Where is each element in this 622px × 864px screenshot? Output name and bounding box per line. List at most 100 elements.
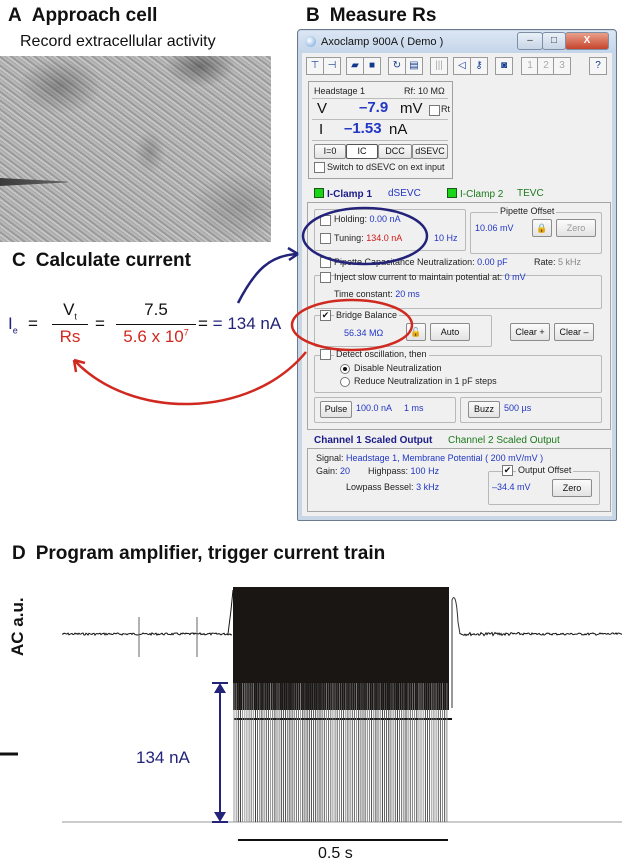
- bridge-balance-checkbox[interactable]: ✔: [320, 310, 331, 321]
- switch-dsevc-checkbox[interactable]: [314, 162, 325, 173]
- auto-button[interactable]: Auto: [430, 323, 470, 341]
- minimize-button[interactable]: –: [517, 32, 543, 50]
- refresh-icon[interactable]: ↻: [388, 57, 406, 75]
- tab-iclamp-2[interactable]: I-Clamp 2: [447, 188, 503, 200]
- tuning-frequency: 10 Hz: [434, 233, 458, 243]
- help-icon[interactable]: ?: [589, 57, 607, 75]
- cap-neut-value: 0.00 pF: [477, 257, 508, 267]
- radio-reduce-neutralization[interactable]: [340, 377, 350, 387]
- headstage-label: Headstage 1: [314, 86, 366, 96]
- time-constant-value: 20 ms: [395, 289, 420, 299]
- inject-label: Inject slow current to maintain potentia…: [334, 272, 526, 282]
- panel-b-title: B Measure Rs: [306, 5, 436, 27]
- current-label: I: [319, 121, 324, 138]
- panel-letter: B: [306, 5, 320, 26]
- mode-dsevc-button[interactable]: dSEVC: [412, 144, 448, 159]
- pipette-zero-button[interactable]: Zero: [556, 219, 596, 237]
- tab-dsevc[interactable]: dSEVC: [388, 188, 421, 199]
- led-icon: [314, 188, 324, 198]
- eq-result: = = 134 nA: [198, 314, 282, 333]
- output-offset-value: –34.4 mV: [492, 482, 531, 492]
- lowpass-label: Lowpass Bessel: 3 kHz: [346, 482, 440, 492]
- output-offset-checkbox[interactable]: ✔: [502, 465, 513, 476]
- tab-tevc[interactable]: TEVC: [517, 188, 544, 199]
- holding-checkbox[interactable]: [320, 215, 331, 226]
- output-offset-zero-button[interactable]: Zero: [552, 479, 592, 497]
- highpass-value: 100 Hz: [410, 466, 440, 476]
- add-headstage-icon[interactable]: ⊤: [306, 57, 324, 75]
- signal-value: Headstage 1, Membrane Potential ( 200 mV…: [346, 453, 544, 463]
- buzz-duration: 500 µs: [504, 403, 532, 413]
- eq-num1: Vt: [63, 300, 77, 322]
- traces-chart: [0, 587, 622, 841]
- tuning-checkbox[interactable]: [320, 233, 331, 244]
- panel-letter: C: [12, 250, 26, 271]
- pin-icon[interactable]: ⊣: [323, 57, 341, 75]
- voltage-unit: mV: [400, 100, 423, 117]
- amplitude-label: 134 nA: [136, 748, 190, 767]
- title-bar[interactable]: Axoclamp 900A ( Demo ) – □ X: [299, 31, 615, 53]
- mode-i0-button[interactable]: I=0: [314, 144, 346, 159]
- tab-channel-1-output[interactable]: Channel 1 Scaled Output: [314, 435, 432, 446]
- radio-disable-neutralization[interactable]: [340, 364, 350, 374]
- window-title: Axoclamp 900A ( Demo ): [321, 36, 444, 48]
- tab-iclamp-1[interactable]: I-Clamp 1: [314, 188, 372, 200]
- eq-num2: 7.5: [144, 300, 168, 319]
- scale-bar-label: 0.5 s: [318, 845, 353, 862]
- pulse-amplitude: 100.0 nA: [356, 403, 393, 413]
- buzz-button[interactable]: Buzz: [468, 401, 500, 418]
- maximize-button[interactable]: □: [542, 32, 566, 50]
- eq-den2: 5.6 x 107: [123, 327, 189, 346]
- panel-a-subtitle: Record extracellular activity: [20, 33, 216, 50]
- scope-icon[interactable]: ◙: [495, 57, 513, 75]
- clear-plus-button[interactable]: Clear +: [510, 323, 550, 341]
- tuning-label: Tuning: 134.0 nA: [334, 233, 403, 243]
- panel-b-heading: Measure Rs: [329, 5, 437, 26]
- cap-neut-label: Pipette Capacitance Neutralization: 0.00…: [334, 257, 508, 267]
- switch-dsevc-label: Switch to dSEVC on ext input: [327, 162, 445, 172]
- pulse-button[interactable]: Pulse: [320, 401, 352, 418]
- gain-value: 20: [340, 466, 351, 476]
- tab-channel-2-output[interactable]: Channel 2 Scaled Output: [448, 435, 560, 446]
- mode-dcc-button[interactable]: DCC: [378, 144, 412, 159]
- led-icon: [447, 188, 457, 198]
- oscillation-group: [314, 355, 602, 393]
- time-constant-label: Time constant: 20 ms: [334, 289, 420, 299]
- mode-ic-button[interactable]: IC: [346, 144, 378, 159]
- detect-oscillation-checkbox[interactable]: [320, 349, 331, 360]
- cap-neut-checkbox[interactable]: [320, 257, 331, 268]
- tuning-value: 134.0 nA: [366, 233, 403, 243]
- panel-d-title: D Program amplifier, trigger current trai…: [12, 543, 385, 565]
- rf-label: Rf: 10 MΩ: [404, 86, 445, 96]
- voltage-label: V: [317, 100, 328, 117]
- close-button[interactable]: X: [565, 32, 609, 50]
- eq-lhs: Ie: [8, 314, 18, 336]
- rt-checkbox[interactable]: [429, 105, 440, 116]
- meter-cursor-icon[interactable]: ▤: [405, 57, 423, 75]
- open-folder-icon[interactable]: ▰: [346, 57, 364, 75]
- blue-arrow: [236, 252, 299, 304]
- panel-c-title: C Calculate current: [12, 250, 191, 272]
- lock-icon[interactable]: 🔒: [532, 219, 552, 237]
- panel-letter: D: [12, 543, 26, 564]
- red-arrow: [73, 351, 307, 406]
- clear-minus-button[interactable]: Clear –: [554, 323, 594, 341]
- barcode-icon[interactable]: |||: [430, 57, 448, 75]
- holding-value: 0.00 nA: [369, 214, 401, 224]
- microscope-image: [0, 56, 271, 242]
- channel-3-button[interactable]: 3: [553, 57, 571, 75]
- eq-sign: =: [95, 314, 105, 333]
- key-icon[interactable]: ⚷: [470, 57, 488, 75]
- axoclamp-window: Axoclamp 900A ( Demo ) – □ X ⊤ ⊣ ▰ ■ ↻ ▤ ||| ◁ ⚷…: [297, 29, 617, 521]
- signal-label: Signal: Headstage 1, Membrane Potential …: [316, 453, 544, 463]
- holding-label: Holding: 0.00 nA: [334, 214, 401, 224]
- headstage-panel: Headstage 1 Rf: 10 MΩ V –7.9 mV Rt I –1.…: [308, 81, 453, 179]
- toolbar: ⊤ ⊣ ▰ ■ ↻ ▤ ||| ◁ ⚷ ◙ 1 2 3?: [306, 57, 608, 77]
- unlock-icon[interactable]: 🔓: [406, 323, 426, 341]
- pipette-offset-value: 10.06 mV: [475, 223, 514, 233]
- save-disk-icon[interactable]: ■: [363, 57, 381, 75]
- rate-label: Rate: 5 kHz: [534, 257, 582, 267]
- divider: [312, 140, 448, 141]
- inject-checkbox[interactable]: [320, 272, 331, 283]
- speaker-icon[interactable]: ◁: [453, 57, 471, 75]
